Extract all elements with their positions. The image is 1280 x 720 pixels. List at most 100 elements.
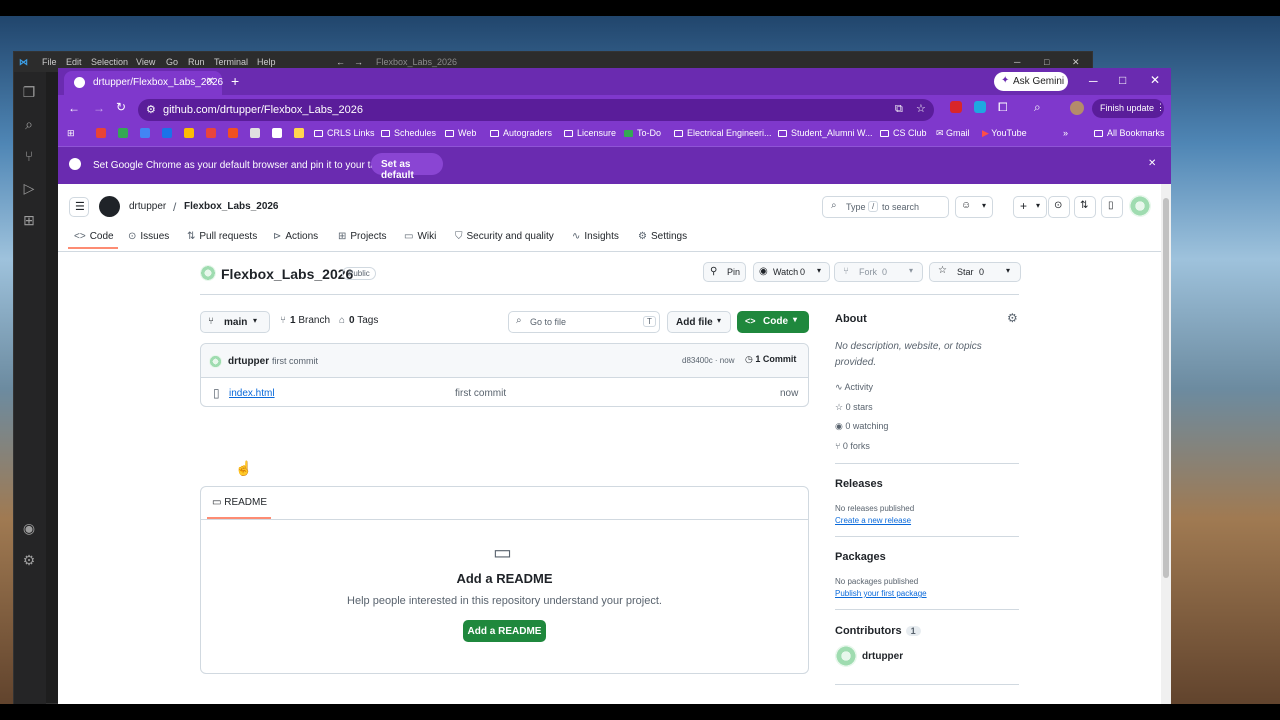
bookmark-sheet-favicon-icon[interactable] (294, 128, 304, 138)
tab-close-icon[interactable]: ✕ (206, 76, 214, 87)
bookmark-web[interactable]: Web (445, 128, 476, 138)
branches-link[interactable]: ⑂ 1 Branch (280, 315, 330, 326)
bookmark-schedules[interactable]: Schedules (381, 128, 436, 138)
publish-package-link[interactable]: Publish your first package (835, 589, 927, 598)
vscode-menu-help[interactable]: Help (257, 57, 276, 67)
bookmark-youtube[interactable]: ▶ YouTube (982, 128, 1027, 139)
all-bookmarks[interactable]: All Bookmarks (1094, 128, 1165, 138)
bookmark-classroom-favicon-icon[interactable] (118, 128, 128, 138)
releases-title[interactable]: Releases (835, 478, 883, 490)
pin-button[interactable]: ⚲ Pin (703, 262, 746, 282)
back-icon[interactable]: ← (68, 101, 80, 115)
tab-settings[interactable]: ⚙ Settings (638, 231, 687, 242)
bookmark-page-favicon-icon[interactable] (272, 128, 282, 138)
tab-pull-requests[interactable]: ⇅ Pull requests (187, 231, 257, 242)
copilot-button[interactable]: ☺ ▾ (955, 196, 993, 218)
vscode-minimize-icon[interactable]: ─ (1014, 57, 1020, 67)
github-logo-icon[interactable] (99, 196, 120, 217)
contributors-title[interactable]: Contributors 1 (835, 625, 921, 637)
source-control-icon[interactable]: ⑂ (21, 148, 37, 164)
contributor-name[interactable]: drtupper (862, 651, 903, 662)
ask-gemini-button[interactable]: ✦ Ask Gemini (994, 72, 1068, 91)
tab-wiki[interactable]: ▭ Wiki (404, 231, 436, 242)
tags-link[interactable]: ⌂ 0 Tags (339, 315, 378, 326)
repo-title[interactable]: Flexbox_Labs_2026 (221, 266, 353, 282)
activity-link[interactable]: ∿ Activity (835, 382, 873, 393)
forward-icon[interactable]: → (93, 101, 105, 115)
bookmark-drive-favicon-icon[interactable] (140, 128, 150, 138)
bookmark-licensure[interactable]: Licensure (564, 128, 616, 138)
tab-issues[interactable]: ⊙ Issues (128, 231, 169, 242)
commits-link[interactable]: ◷ 1 Commit (745, 354, 796, 365)
run-debug-icon[interactable]: ▷ (21, 180, 37, 196)
repo-owner-link[interactable]: drtupper (129, 201, 166, 212)
vscode-forward-icon[interactable]: → (354, 57, 363, 67)
bookmark-student-alumni[interactable]: Student_Alumni W... (778, 128, 873, 138)
tab-projects[interactable]: ⊞ Projects (338, 231, 387, 242)
vscode-menu-run[interactable]: Run (188, 57, 205, 67)
bookmark-electrical-engineering[interactable]: Electrical Engineeri... (674, 128, 772, 138)
set-default-button[interactable]: Set as default (371, 153, 443, 181)
account-icon[interactable]: ◉ (21, 520, 37, 536)
bookmark-todo[interactable]: To-Do (624, 128, 661, 138)
tab-search-icon[interactable]: ⌕ (1034, 100, 1041, 115)
packages-title[interactable]: Packages (835, 551, 886, 563)
site-info-icon[interactable]: ⚙ (146, 103, 156, 116)
watch-button[interactable]: ◉ Watch 0 ▾ (753, 262, 830, 282)
file-name[interactable]: index.html (229, 388, 275, 399)
bookmark-crls-links[interactable]: CRLS Links (314, 128, 375, 138)
window-close-icon[interactable]: ✕ (1150, 73, 1160, 87)
notifications-button[interactable]: ▯ (1101, 196, 1123, 218)
browser-tab[interactable]: drtupper/Flexbox_Labs_2026 ✕ (64, 71, 223, 95)
bookmark-keep-favicon-icon[interactable] (184, 128, 194, 138)
bookmarks-overflow-icon[interactable]: » (1063, 128, 1068, 138)
vscode-back-icon[interactable]: ← (336, 57, 345, 67)
contributor-avatar[interactable] (835, 645, 857, 667)
add-readme-button[interactable]: Add a README (463, 620, 546, 642)
window-minimize-icon[interactable]: ─ (1089, 74, 1098, 88)
go-to-file-input[interactable]: ⌕ Go to file T (508, 311, 660, 333)
pull-requests-header-button[interactable]: ⇅ (1074, 196, 1096, 218)
scrollbar-thumb[interactable] (1163, 198, 1169, 578)
install-app-icon[interactable]: ⧉ (895, 103, 903, 116)
user-avatar[interactable] (1129, 195, 1151, 217)
branch-select-button[interactable]: ⑂ main ▾ (200, 311, 270, 333)
bookmark-star-icon[interactable]: ☆ (916, 102, 926, 115)
add-file-button[interactable]: Add file ▾ (667, 311, 731, 333)
vscode-menu-terminal[interactable]: Terminal (214, 57, 248, 67)
extension-blue-icon[interactable] (974, 101, 986, 113)
readme-tab[interactable]: ▭ README (212, 497, 267, 508)
extension-red-icon[interactable] (950, 101, 962, 113)
issues-header-button[interactable]: ⊙ (1048, 196, 1070, 218)
commit-author[interactable]: drtupper (228, 356, 269, 367)
search-input[interactable]: ⌕ Type / to search (822, 196, 949, 218)
star-button[interactable]: ☆ Star 0 ▾ (929, 262, 1021, 282)
explorer-icon[interactable]: ❐ (21, 84, 37, 100)
tab-security[interactable]: ⛉ Security and quality (455, 231, 554, 242)
commit-hash[interactable]: d83400c · now (682, 356, 734, 365)
address-bar[interactable]: ⚙ github.com/drtupper/Flexbox_Labs_2026 … (138, 99, 934, 121)
new-tab-icon[interactable]: + (231, 73, 239, 89)
tab-insights[interactable]: ∿ Insights (572, 231, 619, 242)
vscode-menu-selection[interactable]: Selection (91, 57, 128, 67)
vscode-close-icon[interactable]: ✕ (1072, 57, 1080, 68)
manage-gear-icon[interactable]: ⚙ (21, 552, 37, 568)
finish-update-button[interactable]: Finish update ⋮ (1092, 99, 1165, 118)
reload-icon[interactable]: ↻ (116, 100, 126, 114)
bookmark-gmail[interactable]: ✉ Gmail (936, 128, 970, 139)
bookmark-autograders[interactable]: Autograders (490, 128, 552, 138)
bookmark-gmail-favicon-icon[interactable] (96, 128, 106, 138)
repo-name-link[interactable]: Flexbox_Labs_2026 (184, 201, 279, 212)
forks-link[interactable]: ⑂ 0 forks (835, 441, 870, 451)
tab-actions[interactable]: ⊳ Actions (273, 231, 318, 242)
profile-avatar[interactable] (1070, 101, 1084, 115)
window-maximize-icon[interactable]: □ (1119, 73, 1126, 87)
hamburger-menu-button[interactable]: ☰ (69, 197, 89, 217)
bookmark-tool-favicon-icon[interactable] (206, 128, 216, 138)
search-icon[interactable]: ⌕ (21, 116, 37, 132)
vscode-menu-file[interactable]: File (42, 57, 57, 67)
banner-close-icon[interactable]: ✕ (1148, 158, 1156, 169)
about-settings-gear-icon[interactable]: ⚙ (1007, 311, 1018, 325)
extensions-icon[interactable]: ⊞ (21, 212, 37, 228)
file-commit-message[interactable]: first commit (455, 388, 506, 399)
